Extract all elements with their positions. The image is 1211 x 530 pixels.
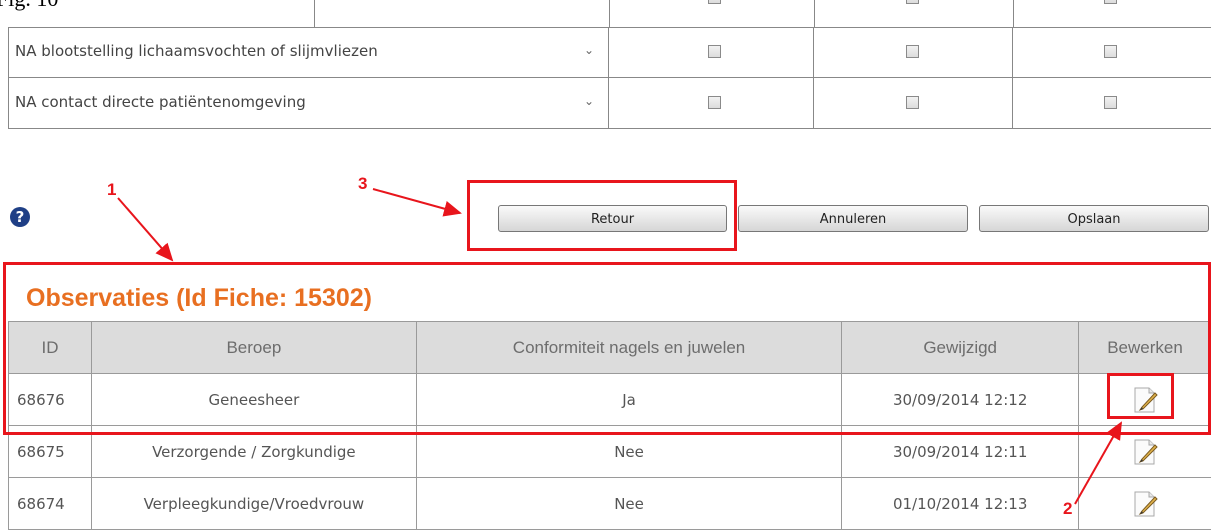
annotation-arrows (0, 0, 1211, 521)
annotation-arrow-2 (1075, 423, 1121, 504)
annotation-arrow-3 (373, 189, 460, 213)
annotation-arrow-1 (118, 198, 172, 260)
